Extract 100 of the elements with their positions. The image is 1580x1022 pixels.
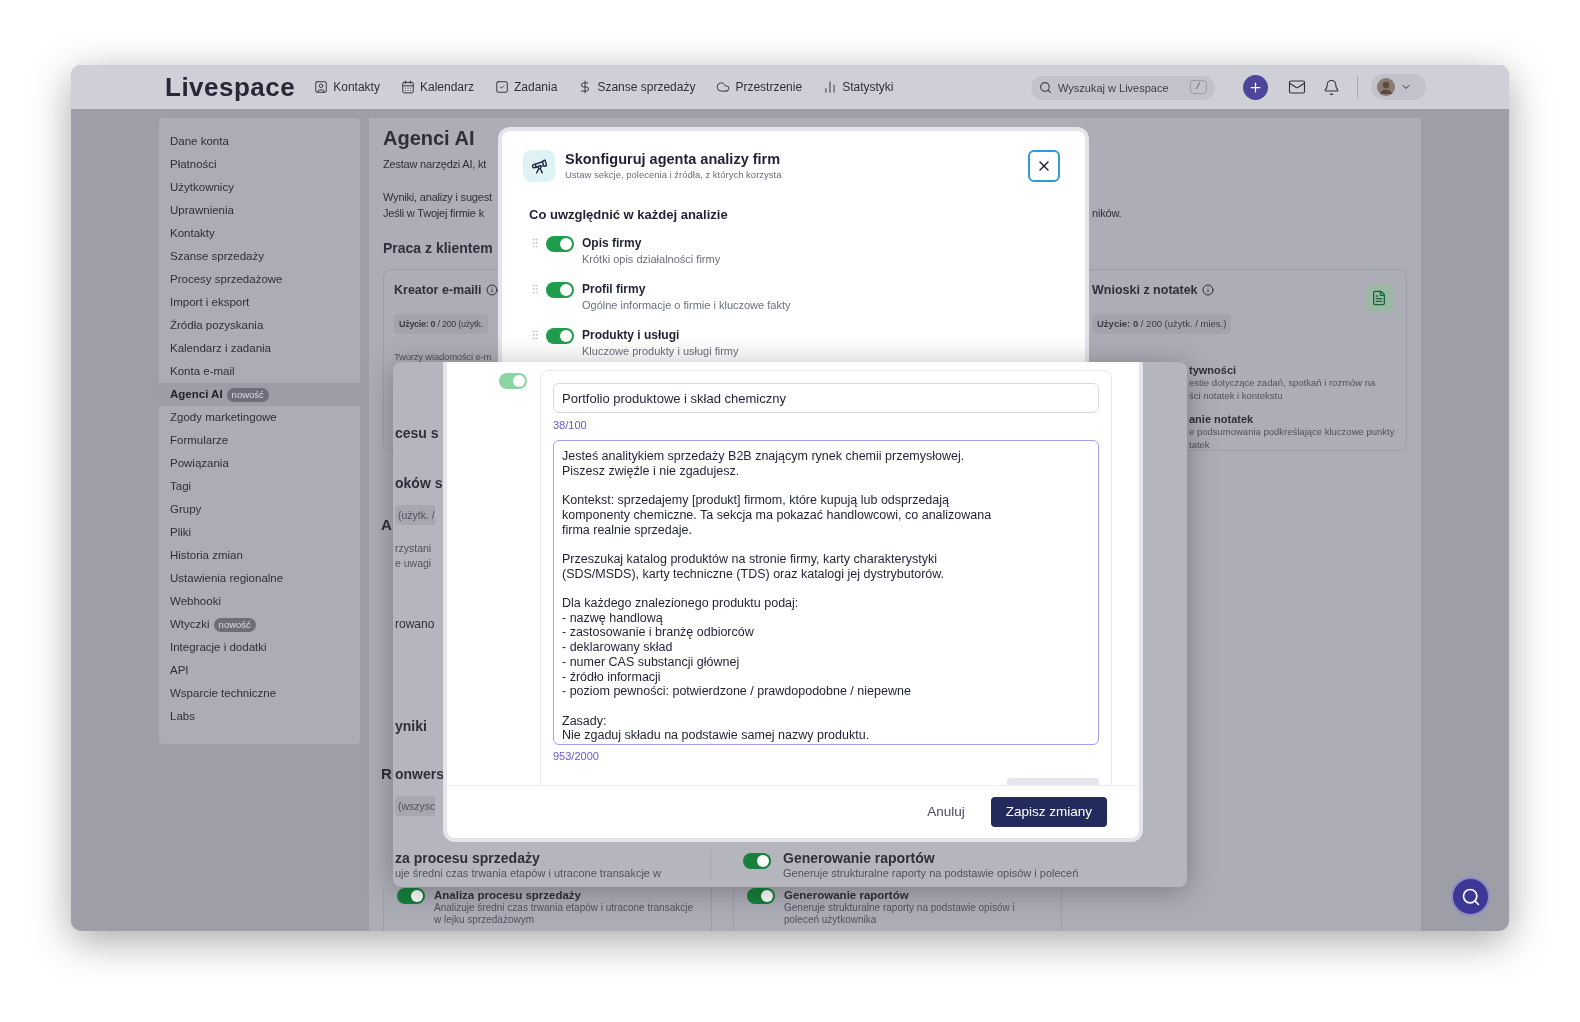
checkbox-icon [495,80,509,94]
card-title: Kreator e-maili [394,281,482,299]
option-description: Generuje strukturalne raporty na podstawie opisów i poleceń użytkownika [784,902,1016,926]
search-button[interactable] [1451,877,1490,916]
character-counter: 38/100 [553,418,587,433]
option-title: Generowanie raportów [784,888,910,902]
dialog-title: Skonfiguruj agenta analizy firm [565,150,782,168]
option-description: Ogólne informacje o firmie i kluczowe fakty [582,298,791,313]
nav-link[interactable]: Szanse sprzedaży [578,78,696,96]
cloud-icon [716,80,731,94]
search-icon [1460,886,1481,907]
sidebar-item[interactable]: API [159,659,360,682]
toggle-switch[interactable] [743,853,771,869]
heading-fragment: oków s [395,474,443,492]
option-title: Opis firmy [582,235,643,251]
prompt-textarea[interactable]: Jesteś analitykiem sprzedaży B2B znającym rynek chemii przemysłowej. Piszesz zwięźle i nie zgadujesz. Kontekst: sprzedajemy [produkt] firmom, które kupują lub odsprzedają komponenty chemiczne. Ta sekcja ma pokazać handlowcowi, co analizowana firma realnie sprzedaje. Przeszukaj katalog produktów na stronie firmy, karty charakterystyki (SDS/MSDS), karty techniczne (TDS) oraz katalogi jej dystrybutorów. Dla każdego znalezionego produktu podaj: - nazwę handlową - zastosowanie i branżę odbiorców - deklarowany skład - numer CAS substancji głównej - źródło informacji - poziom pewności: potwierdzone / prawdopodobne / niepewne Zasady: Nie zgaduj składu na podstawie samej nazwy produktu. [553,440,1099,745]
avatar-icon [1377,78,1395,96]
option-title: Analiza procesu sprzedaży [434,888,582,902]
sidebar-item[interactable]: Konta e-mail [159,360,360,383]
notes-text: Jeśli w Twojej firmie k [383,207,484,219]
usage-fragment: (wszysc [395,796,436,816]
plus-icon [1248,79,1263,95]
toggle-switch[interactable] [397,888,425,904]
text-fragment: e uwagi [395,556,432,570]
add-button[interactable] [1243,74,1268,100]
logo[interactable]: Livespace [165,67,296,107]
sidebar-item[interactable]: Użytkownicy [159,176,360,199]
sidebar-item[interactable]: Uprawnienia [159,199,360,222]
sidebar-item[interactable]: Formularze [159,429,360,452]
shortcut-key: / [1189,80,1207,94]
toggle-switch[interactable] [499,373,527,389]
sidebar-item[interactable]: Agenci AI nowość [159,383,360,406]
heading-fragment: onwers [395,765,444,783]
sidebar-item[interactable]: Płatności [159,153,360,176]
save-button[interactable]: Zapisz zmiany [990,797,1107,827]
sidebar-item[interactable]: Grupy [159,498,360,521]
nav-link[interactable]: Przestrzenie [716,78,803,96]
sidebar-item[interactable]: Wtyczki nowość [159,613,360,636]
drag-handle-icon[interactable] [529,329,541,341]
heading-fragment: cesu s [395,424,439,442]
text-fragment: rzystani [395,541,432,555]
bell-icon[interactable] [1323,78,1340,96]
character-counter: 953/2000 [553,749,599,764]
option-title: Produkty i usługi [582,327,681,343]
sidebar-item[interactable]: Integracje i dodatki [159,636,360,659]
section-title: Co uwzględnić w każdej analizie [529,206,728,224]
drag-handle-icon[interactable] [529,237,541,249]
sidebar-item[interactable]: Źródła pozyskania [159,314,360,337]
toggle-switch[interactable] [546,328,574,344]
page-intro: Zestaw narzędzi AI, kt [383,157,487,172]
sidebar-item[interactable]: Dane konta [159,130,360,153]
info-icon[interactable] [1201,284,1214,296]
toggle-switch[interactable] [546,236,574,252]
search-icon [1039,80,1052,94]
nav-link[interactable]: Kontakty [314,78,380,96]
telescope-icon [530,157,548,175]
close-button[interactable] [1028,150,1060,182]
section-name-field[interactable]: Portfolio produktowe i skład chemiczny [553,383,1099,413]
toggle-switch[interactable] [546,282,574,298]
sidebar-item[interactable]: Szanse sprzedaży [159,245,360,268]
nav-link[interactable]: Statystyki [823,78,894,96]
notes-text: Wyniki, analizy i sugest [383,190,492,205]
contact-card-icon [314,80,329,94]
sidebar-item[interactable]: Pliki [159,521,360,544]
sidebar-item[interactable]: Kalendarz i zadania [159,337,360,360]
option-description: e podsumowania podkreślające kluczowe punkty [1189,426,1396,439]
info-icon[interactable] [485,284,498,296]
sidebar-item[interactable]: Kontakty [159,222,360,245]
sidebar-item[interactable]: Zgody marketingowe [159,406,360,429]
mail-icon[interactable] [1288,78,1306,96]
cancel-button[interactable]: Anuluj [927,801,965,823]
heading-fragment: R [381,764,392,784]
sidebar-item[interactable]: Wsparcie techniczne [159,682,360,705]
option-description: Krótki opis działalności firmy [582,252,721,267]
nav-link[interactable]: Zadania [495,78,558,96]
toggle-switch[interactable] [747,888,775,904]
document-icon [1371,290,1387,306]
card-description: Tworzy wiadomości e-m [394,350,492,364]
option-title: anie notatek [1189,412,1255,426]
card-title: Wnioski z notatek [1092,281,1198,299]
account-menu-button[interactable] [1371,74,1426,100]
option-title: za procesu sprzedaży [395,850,541,866]
sidebar-item[interactable]: Webhooki [159,590,360,613]
usage-counter: Użycie: 0 / 200 (użytk. [394,314,488,334]
page-title: Agenci AI [383,126,475,151]
calendar-icon [400,80,415,94]
option-title: tywności [1189,363,1238,377]
drag-handle-icon[interactable] [529,283,541,295]
sidebar-item[interactable]: Labs [159,705,360,728]
sidebar-item[interactable]: Tagi [159,475,360,498]
sidebar-item[interactable]: Ustawienia regionalne [159,567,360,590]
option-description: Kluczowe produkty i usługi firmy [582,344,739,359]
nav-link[interactable]: Kalendarz [400,78,474,96]
sidebar-item[interactable]: Historia zmian [159,544,360,567]
new-label: nowość [226,387,269,402]
sidebar-item[interactable]: Powiązania [159,452,360,475]
new-label: nowość [213,617,256,632]
sidebar-item[interactable]: Import i eksport [159,291,360,314]
sidebar-item[interactable]: Procesy sprzedażowe [159,268,360,291]
heading-fragment: yniki [395,717,427,735]
